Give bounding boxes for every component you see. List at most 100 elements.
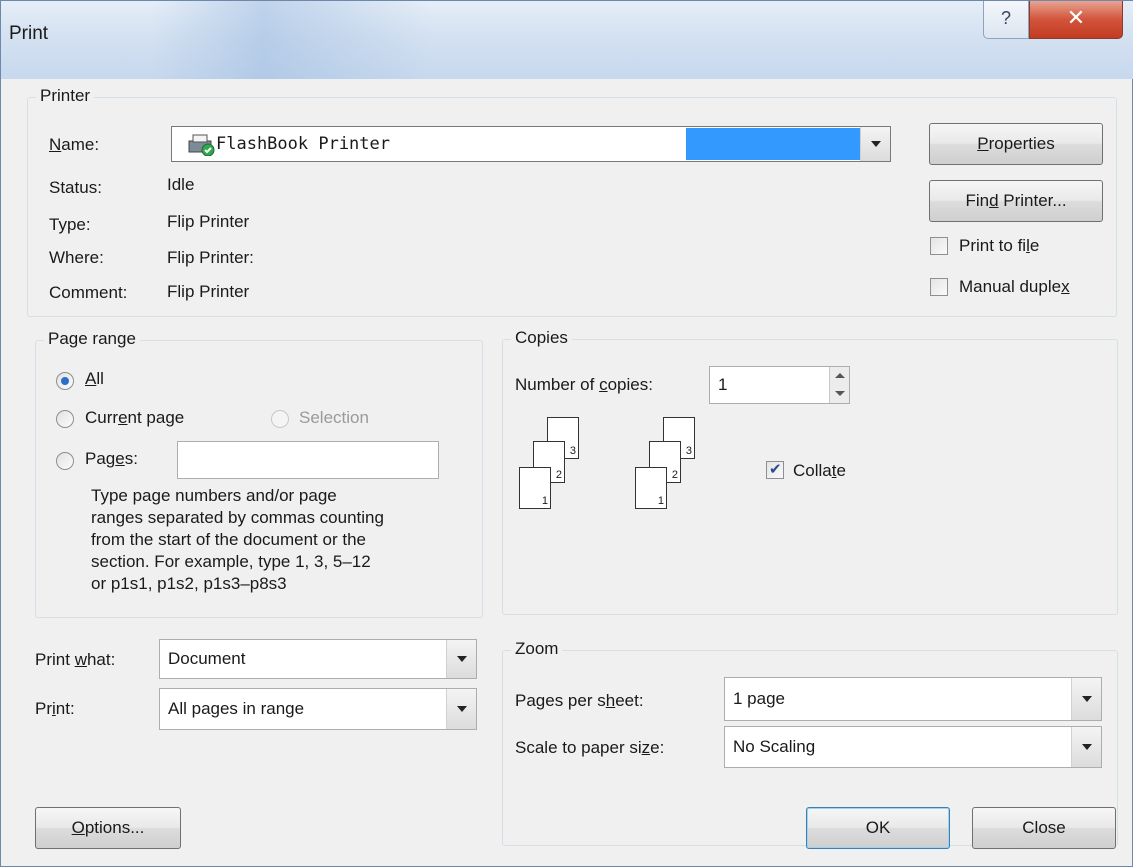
close-window-button[interactable]: ✕ [1029,1,1123,39]
all-pages-accel: A [85,369,97,388]
pps-accel: h [605,691,616,710]
print-to-file-rest: e [1029,236,1040,255]
all-pages-label[interactable]: All [85,369,104,389]
title-bar[interactable]: Print ? ✕ [1,1,1133,79]
collate-illustration-1: 3 2 1 [517,417,597,527]
copies-spinner[interactable]: 1 [709,366,850,404]
pages-rest: s: [124,449,138,468]
page-number: 1 [541,495,548,507]
print-what-pre: Print [35,650,75,669]
hint-line: section. For example, type 1, 3, 5–12 [91,552,371,571]
scale-to-paper-label: Scale to paper size: [515,738,664,758]
status-label: Status: [49,178,102,197]
where-label: Where: [49,248,104,267]
print-label-rest: nt: [55,699,75,718]
print-label-pre: Pr [35,699,52,718]
print-range-dropdown-arrow[interactable] [446,689,476,729]
print-range-select[interactable]: All pages in range [159,688,477,730]
scale-accel: z [641,738,651,757]
find-printer-accel: d [989,191,999,210]
print-to-file-checkbox[interactable] [930,237,948,255]
help-button[interactable]: ? [983,1,1029,39]
find-printer-pre: Fin [965,191,990,210]
page-range-hint: Type page numbers and/or page ranges sep… [91,485,471,595]
print-dialog: Print ? ✕ Printer Name: FlashBook Printe… [0,0,1133,867]
printer-name-dropdown-arrow[interactable] [860,127,890,161]
comment-value: Flip Printer [167,282,250,301]
page-number: 3 [685,445,692,457]
printer-icon [186,134,216,157]
print-what-label: Print what: [35,650,115,670]
pages-per-sheet-dropdown-arrow[interactable] [1071,678,1101,720]
scale-rest: e: [650,738,665,757]
pages-radio[interactable] [56,452,74,470]
print-what-select[interactable]: Document [159,639,477,679]
options-label-rest: ptions... [84,818,145,837]
spin-down-icon [835,391,845,396]
close-button[interactable]: Close [972,807,1116,849]
number-of-copies-label: Number of copies: [515,375,653,395]
collate-illustration-2: 3 2 1 [633,417,713,527]
manual-duplex-pre: Manual duple [959,277,1062,296]
ok-button[interactable]: OK [806,807,950,849]
copies-spin-up[interactable] [829,367,849,385]
pages-input[interactable] [177,441,439,479]
properties-button[interactable]: Properties [929,123,1103,165]
print-label: Print: [35,699,75,719]
page-icon: 1 [635,467,667,509]
all-pages-radio[interactable] [56,372,74,390]
pages-per-sheet-value: 1 page [733,689,785,708]
pages-label[interactable]: Pages: [85,449,138,469]
page-number: 1 [657,495,664,507]
dialog-client-area: Printer Name: FlashBook Printer Status: … [9,79,1126,860]
window-title: Print [9,23,49,44]
printer-name-value: FlashBook Printer [216,134,390,154]
options-accel: O [71,818,85,837]
copies-value[interactable]: 1 [718,375,727,395]
pages-accel: e [115,449,125,468]
find-printer-button[interactable]: Find Printer... [929,180,1103,222]
page-number: 2 [555,469,562,481]
pps-rest: eet: [615,691,644,710]
hint-line: Type page numbers and/or page [91,486,337,505]
collate-checkbox[interactable] [766,460,784,479]
collate-label[interactable]: Collate [793,461,846,481]
copies-label-pre: Number of [515,375,600,394]
copies-spin-down[interactable] [829,385,849,403]
current-page-accel: e [118,408,128,427]
current-page-label[interactable]: Current page [85,408,184,428]
hint-line: from the start of the document or the [91,530,366,549]
scale-to-paper-dropdown-arrow[interactable] [1071,727,1101,767]
current-page-radio[interactable] [56,410,74,428]
where-value: Flip Printer: [167,248,254,267]
selection-label[interactable]: Selection [299,408,369,428]
print-what-rest: hat: [86,650,116,669]
current-page-rest: nt page [127,408,185,427]
hint-line: ranges separated by commas counting [91,508,384,527]
scale-pre: Scale to paper si [515,738,642,757]
printer-name-select[interactable]: FlashBook Printer [171,126,891,162]
scale-to-paper-value: No Scaling [733,737,816,756]
printer-legend: Printer [36,86,95,106]
print-to-file-label[interactable]: Print to file [959,236,1039,256]
hint-line: or p1s1, p1s2, p1s3–p8s3 [91,574,287,593]
type-value: Flip Printer [167,212,250,231]
printer-name-highlight [686,128,860,160]
print-what-accel: w [74,650,87,669]
manual-duplex-label[interactable]: Manual duplex [959,277,1070,297]
collate-rest: e [836,461,846,480]
pages-per-sheet-select[interactable]: 1 page [724,677,1102,721]
comment-label: Comment: [49,283,128,302]
zoom-legend: Zoom [511,639,563,659]
status-value: Idle [167,175,195,194]
collate-pre: Colla [793,461,832,480]
selection-radio[interactable] [271,410,289,428]
name-label-accel: N [49,135,62,154]
find-printer-rest: Printer... [998,191,1067,210]
manual-duplex-checkbox[interactable] [930,278,948,296]
copies-label-accel: c [599,375,608,394]
options-button[interactable]: Options... [35,807,181,849]
name-label: Name: [49,135,99,155]
print-what-dropdown-arrow[interactable] [446,640,476,678]
scale-to-paper-select[interactable]: No Scaling [724,726,1102,768]
